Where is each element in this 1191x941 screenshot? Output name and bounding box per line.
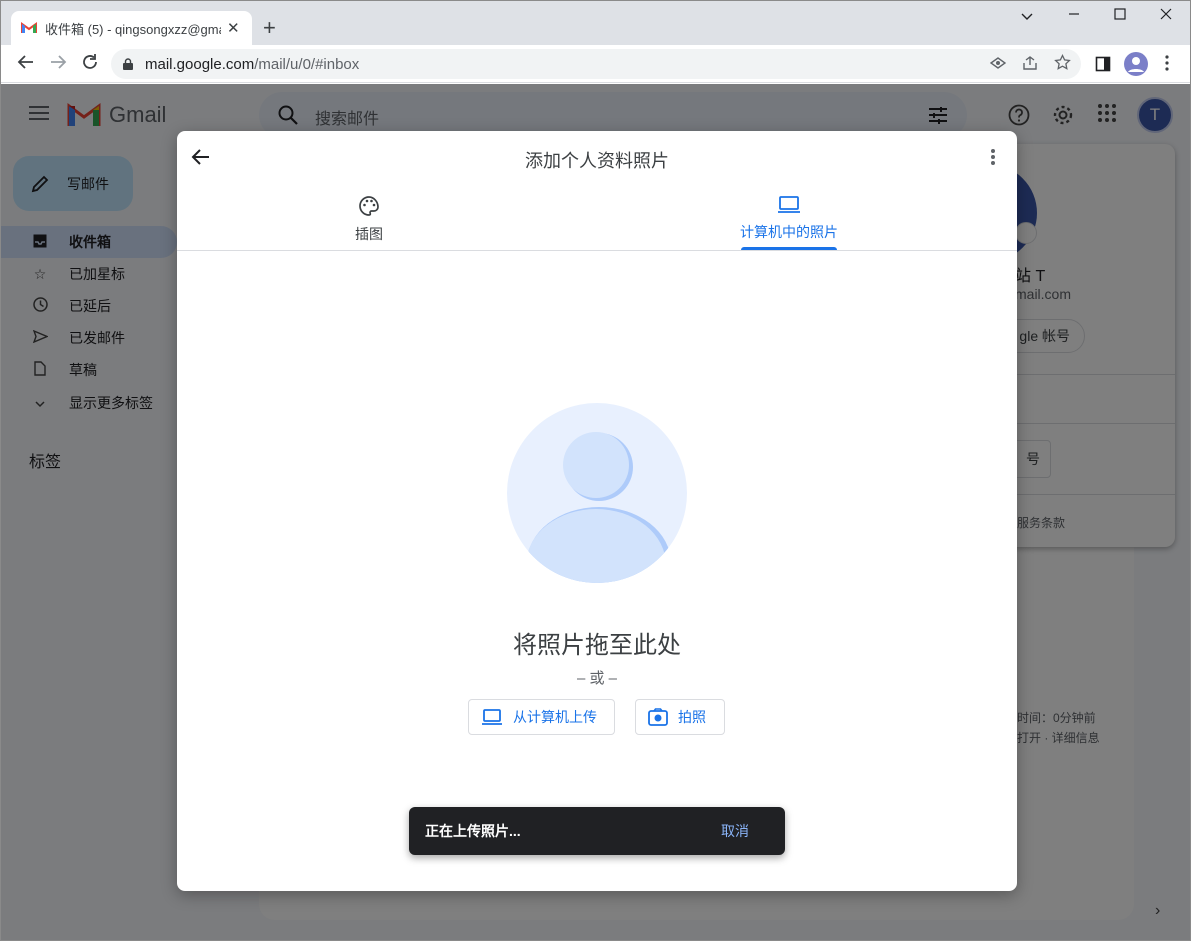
back-icon[interactable] — [17, 53, 35, 76]
tab-label: 插图 — [355, 226, 383, 242]
profile-avatar-icon[interactable] — [1124, 52, 1148, 81]
upload-snackbar: 正在上传照片... 取消 — [409, 807, 785, 855]
tab-strip: 收件箱 (5) - qingsongxzz@gma ✕ + — [1, 1, 1190, 45]
dialog-title: 添加个人资料照片 — [525, 151, 669, 171]
side-panel-icon[interactable] — [1095, 56, 1111, 77]
default-avatar-illustration — [507, 403, 687, 583]
reload-icon[interactable] — [81, 53, 99, 76]
share-icon[interactable] — [1022, 55, 1038, 75]
drop-zone-text: 将照片拖至此处 — [513, 632, 681, 659]
bookmark-star-icon[interactable] — [1054, 53, 1071, 75]
divider — [177, 250, 1017, 251]
chrome-menu-icon[interactable] — [1165, 55, 1169, 76]
more-options-icon[interactable] — [991, 149, 995, 167]
photo-button-label: 拍照 — [678, 709, 706, 725]
address-bar[interactable]: mail.google.com/mail/u/0/#inbox — [111, 49, 1081, 79]
tab-close-icon[interactable]: ✕ — [227, 19, 240, 37]
snackbar-message: 正在上传照片... — [425, 823, 521, 839]
laptop-icon — [778, 196, 800, 213]
upload-from-computer-button[interactable]: 从计算机上传 — [468, 699, 615, 735]
camera-icon — [648, 708, 668, 726]
lock-icon — [123, 58, 133, 70]
gmail-favicon-icon — [21, 22, 37, 33]
tab-title: 收件箱 (5) - qingsongxzz@gma — [45, 21, 221, 37]
take-photo-button[interactable]: 拍照 — [635, 699, 725, 735]
tab-computer-photos[interactable]: 计算机中的照片 — [729, 195, 849, 242]
tab-illustrations[interactable]: 插图 — [329, 195, 409, 244]
upload-button-label: 从计算机上传 — [513, 709, 597, 725]
tab-label: 计算机中的照片 — [740, 224, 838, 240]
tab-search-icon[interactable] — [1020, 9, 1034, 25]
close-window-icon[interactable] — [1159, 7, 1173, 24]
browser-window: 收件箱 (5) - qingsongxzz@gma ✕ + mail.googl… — [0, 0, 1191, 941]
add-profile-photo-dialog: 添加个人资料照片 插图 计算机中的照片 将照片拖至此处 – 或 – 从计算机上传… — [177, 131, 1017, 891]
minimize-icon[interactable] — [1067, 7, 1081, 24]
eye-icon[interactable] — [989, 56, 1007, 74]
new-tab-icon[interactable]: + — [263, 17, 276, 39]
snackbar-cancel-button[interactable]: 取消 — [721, 821, 749, 841]
browser-toolbar: mail.google.com/mail/u/0/#inbox — [1, 45, 1190, 83]
palette-icon — [359, 196, 379, 216]
maximize-icon[interactable] — [1113, 7, 1127, 24]
or-separator: – 或 – — [576, 670, 618, 687]
browser-tab[interactable]: 收件箱 (5) - qingsongxzz@gma ✕ — [11, 11, 252, 45]
laptop-icon — [482, 709, 502, 725]
forward-icon[interactable] — [49, 53, 67, 76]
url-text: mail.google.com/mail/u/0/#inbox — [145, 55, 360, 73]
